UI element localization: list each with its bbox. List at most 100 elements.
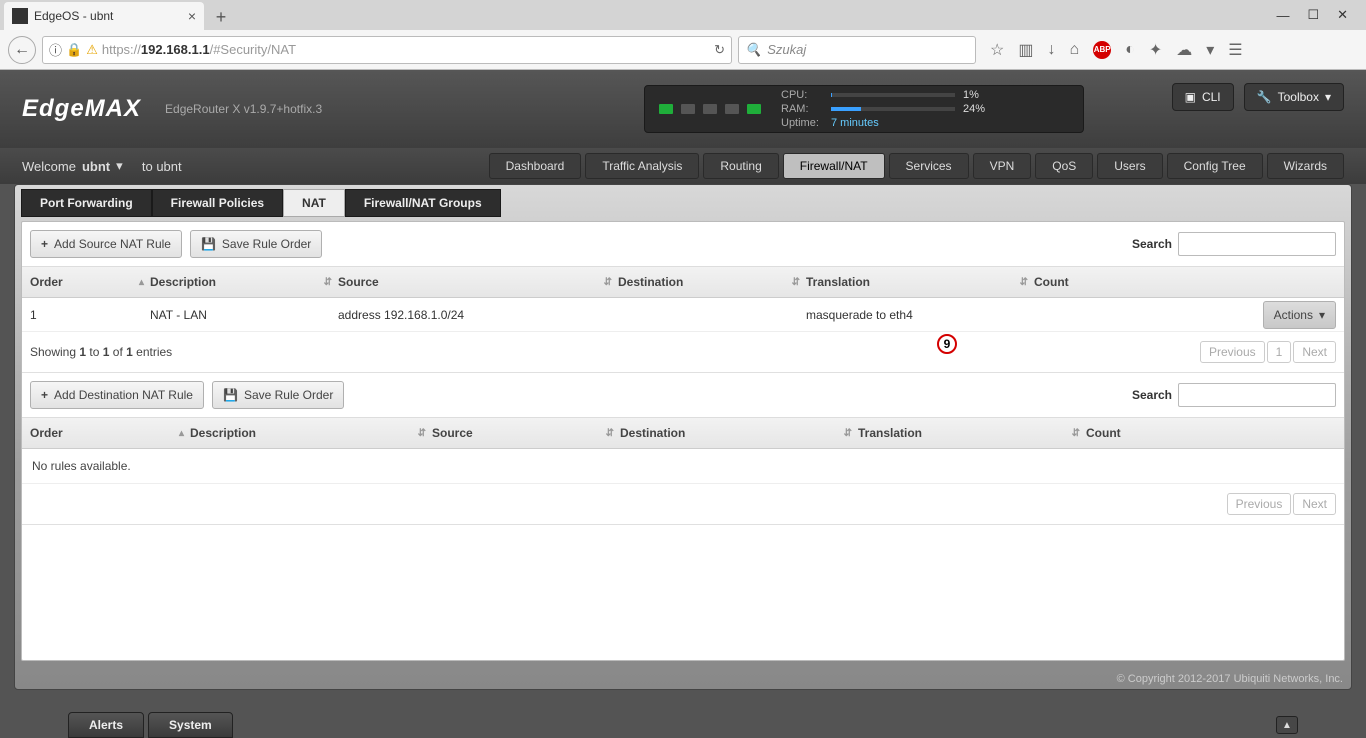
next-button[interactable]: Next [1293,341,1336,363]
search-label: Search [1132,388,1172,402]
model-label: EdgeRouter X v1.9.7+hotfix.3 [165,102,322,116]
tab-dashboard[interactable]: Dashboard [489,153,582,179]
sort-icon[interactable]: ⇵ [792,277,806,288]
tab-config-tree[interactable]: Config Tree [1167,153,1263,179]
add-source-nat-button[interactable]: +Add Source NAT Rule [30,230,182,258]
browser-search[interactable]: 🔍 Szukaj [738,36,976,64]
table-row[interactable]: 1 NAT - LAN address 192.168.1.0/24 masqu… [22,298,1344,332]
new-tab-button[interactable]: + [208,4,234,30]
tab-firewall-nat[interactable]: Firewall/NAT [783,153,885,179]
bottom-tab-system[interactable]: System [148,712,233,738]
bookmark-icon[interactable]: ☆ [990,40,1004,60]
sort-icon[interactable]: ▴ [179,428,190,439]
tab-qos[interactable]: QoS [1035,153,1093,179]
ext-dropdown-icon[interactable]: ▾ [1206,40,1214,60]
dest-nat-search-input[interactable] [1178,383,1336,407]
status-panel: CPU: 1% RAM: 24% Uptime: 7 minutes [644,85,1084,133]
sort-icon[interactable]: ⇵ [844,428,858,439]
tab-traffic-analysis[interactable]: Traffic Analysis [585,153,699,179]
annotation-marker-9: 9 [937,334,957,354]
home-icon[interactable]: ⌂ [1069,41,1079,59]
save-rule-order-button-2[interactable]: 💾Save Rule Order [212,381,344,409]
favicon-icon [12,8,28,24]
tab-users[interactable]: Users [1097,153,1162,179]
prev-button[interactable]: Previous [1227,493,1292,515]
cpu-value: 1% [963,89,1023,101]
inner-tab-nat[interactable]: NAT [283,189,345,217]
port-light-3 [725,104,739,114]
chevron-down-icon: ▾ [1325,90,1331,104]
info-icon: ⓘ [49,40,62,59]
sort-icon[interactable]: ⇵ [1072,428,1086,439]
adblock-icon[interactable]: ABP [1093,41,1111,59]
lock-icon: 🔒 [66,42,82,58]
url-text: https://192.168.1.1/#Security/NAT [102,42,296,57]
inner-tab-firewall-nat-groups[interactable]: Firewall/NAT Groups [345,189,501,217]
ram-label: RAM: [781,103,823,115]
toolbox-button[interactable]: 🔧Toolbox▾ [1244,83,1344,111]
row-actions-button[interactable]: Actions ▾ [1263,301,1336,329]
cpu-label: CPU: [781,89,823,101]
downloads-icon[interactable]: ↓ [1047,41,1055,59]
cli-button[interactable]: ▣CLI [1172,83,1234,111]
sort-icon[interactable]: ▴ [139,277,150,288]
reload-icon[interactable]: ↻ [714,42,725,58]
uptime-label: Uptime: [781,117,823,129]
ext2-icon[interactable]: ✦ [1149,40,1162,60]
logo: EdgeMAX [22,97,141,121]
save-rule-order-button[interactable]: 💾Save Rule Order [190,230,322,258]
ext3-icon[interactable]: ☁ [1176,40,1192,60]
showing-entries: Showing 1 to 1 of 1 entries [30,345,172,359]
ram-value: 24% [963,103,1023,115]
copyright-text: © Copyright 2012-2017 Ubiquiti Networks,… [1117,673,1343,685]
terminal-icon: ▣ [1185,90,1196,104]
window-close-icon[interactable]: ✕ [1337,7,1348,23]
port-light-strip [659,104,761,114]
search-label: Search [1132,237,1172,251]
browser-tab[interactable]: EdgeOS - ubnt × [4,2,204,30]
port-light-0 [659,104,673,114]
source-nat-search-input[interactable] [1178,232,1336,256]
close-tab-icon[interactable]: × [188,8,196,24]
page-1-button[interactable]: 1 [1267,341,1292,363]
app-header: EdgeMAX EdgeRouter X v1.9.7+hotfix.3 CPU… [0,70,1366,148]
sort-icon[interactable]: ⇵ [606,428,620,439]
sort-icon[interactable]: ⇵ [324,277,338,288]
welcome-text[interactable]: Welcome ubnt ▾ to ubnt [22,158,182,174]
sort-icon[interactable]: ⇵ [418,428,432,439]
tab-vpn[interactable]: VPN [973,153,1032,179]
tab-wizards[interactable]: Wizards [1267,153,1344,179]
window-maximize-icon[interactable]: ☐ [1307,7,1319,23]
search-placeholder: Szukaj [767,42,806,57]
chevron-down-icon: ▾ [116,158,123,174]
hamburger-icon[interactable]: ☰ [1228,40,1242,60]
port-light-1 [681,104,695,114]
bottom-tab-alerts[interactable]: Alerts [68,712,144,738]
no-rules-text: No rules available. [22,449,1344,484]
library-icon[interactable]: ▥ [1018,40,1033,60]
back-button[interactable]: ← [8,36,36,64]
inner-tab-firewall-policies[interactable]: Firewall Policies [152,189,283,217]
tab-routing[interactable]: Routing [703,153,778,179]
warning-icon: ⚠ [86,42,98,58]
next-button[interactable]: Next [1293,493,1336,515]
cell-description: NAT - LAN [150,308,338,322]
tab-title: EdgeOS - ubnt [34,9,113,23]
tab-services[interactable]: Services [889,153,969,179]
sort-icon[interactable]: ⇵ [604,277,618,288]
prev-button[interactable]: Previous [1200,341,1265,363]
sort-icon[interactable]: ⇵ [1020,277,1034,288]
cell-order: 1 [30,308,150,322]
collapse-drawer-button[interactable]: ▲ [1276,716,1298,734]
save-icon: 💾 [223,388,238,402]
uptime-value: 7 minutes [831,117,879,129]
window-minimize-icon[interactable]: — [1276,8,1289,23]
port-light-4 [747,104,761,114]
url-bar[interactable]: ⓘ 🔒 ⚠ https://192.168.1.1/#Security/NAT … [42,36,732,64]
add-destination-nat-button[interactable]: +Add Destination NAT Rule [30,381,204,409]
save-icon: 💾 [201,237,216,251]
ext1-icon[interactable]: ◐ [1125,41,1135,59]
chevron-down-icon: ▾ [1319,308,1325,322]
search-icon: 🔍 [745,42,761,58]
inner-tab-port-forwarding[interactable]: Port Forwarding [21,189,152,217]
